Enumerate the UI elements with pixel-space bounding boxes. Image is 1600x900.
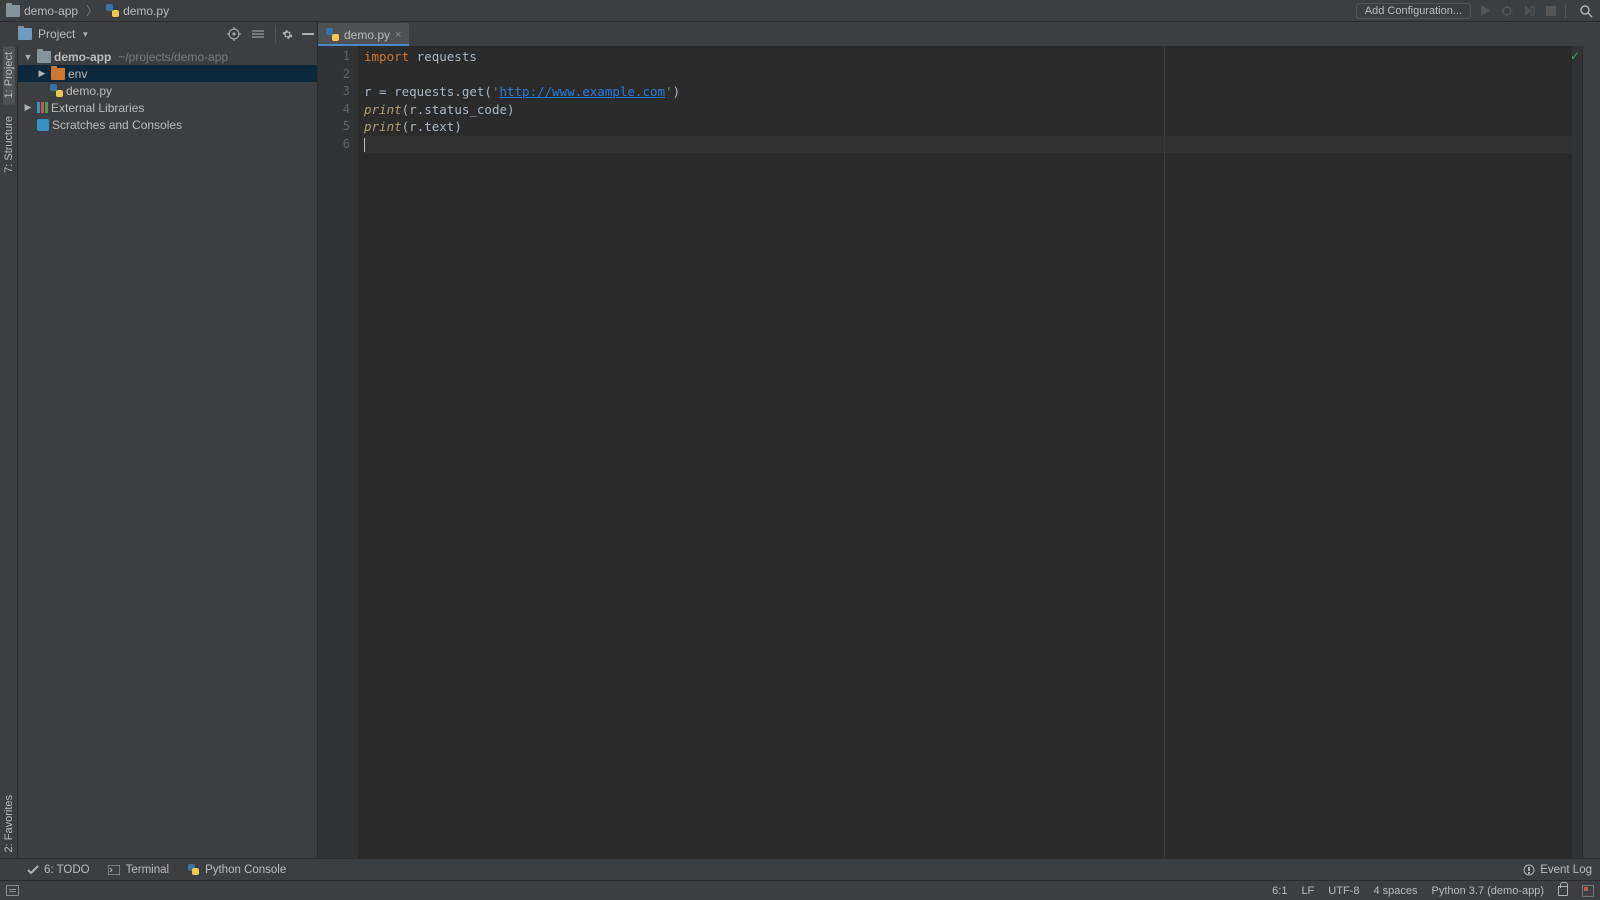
gear-icon[interactable] <box>275 25 293 43</box>
code-line: print(r.status_code) <box>364 101 1572 119</box>
tree-label: External Libraries <box>51 101 144 115</box>
add-configuration-button[interactable]: Add Configuration... <box>1356 3 1471 19</box>
python-icon <box>187 863 200 876</box>
code-line: import requests <box>364 48 1572 66</box>
status-bar: 6:1 LF UTF-8 4 spaces Python 3.7 (demo-a… <box>0 880 1600 900</box>
chevron-right-icon[interactable]: ▶ <box>36 68 48 79</box>
tool-todo[interactable]: 6: TODO <box>26 863 90 876</box>
tool-favorites[interactable]: 2: Favorites <box>3 789 15 858</box>
caret-position[interactable]: 6:1 <box>1272 885 1287 897</box>
line-number: 4 <box>318 101 350 119</box>
bottom-tool-strip: 6: TODO Terminal Python Console Event Lo… <box>0 858 1600 880</box>
folder-icon <box>51 68 65 80</box>
tree-root[interactable]: ▼ demo-app ~/projects/demo-app <box>18 48 317 65</box>
tree-label: demo.py <box>66 84 112 98</box>
todo-icon <box>26 863 39 876</box>
terminal-icon <box>108 863 121 876</box>
close-icon[interactable]: × <box>395 29 401 41</box>
chevron-right-icon: 〉 <box>86 2 98 19</box>
project-tool-header: Project ▼ <box>0 22 318 46</box>
separator <box>1565 4 1566 18</box>
editor-tab-demo[interactable]: demo.py × <box>318 23 409 46</box>
run-with-coverage-icon <box>1521 3 1537 19</box>
right-tool-strip <box>1582 46 1600 858</box>
run-icon <box>1477 3 1493 19</box>
scratches-icon <box>37 119 49 131</box>
indent-setting[interactable]: 4 spaces <box>1373 885 1417 897</box>
caret <box>364 138 365 152</box>
line-number: 1 <box>318 48 350 66</box>
breadcrumb-project: demo-app <box>24 4 78 18</box>
dropdown-icon[interactable]: ▼ <box>81 30 89 39</box>
code-area[interactable]: import requests r = requests.get('http:/… <box>358 46 1572 858</box>
tree-file-demo[interactable]: demo.py <box>18 82 317 99</box>
tree-label: Scratches and Consoles <box>52 118 182 132</box>
left-tool-strip: 1: Project 7: Structure 2: Favorites <box>0 46 18 858</box>
project-tree[interactable]: ▼ demo-app ~/projects/demo-app ▶ env dem… <box>18 46 318 858</box>
code-line: print(r.text) <box>364 118 1572 136</box>
tool-project[interactable]: 1: Project <box>3 46 15 104</box>
expand-all-icon[interactable] <box>249 25 267 43</box>
tree-env[interactable]: ▶ env <box>18 65 317 82</box>
tool-event-log[interactable]: Event Log <box>1522 863 1592 876</box>
tool-terminal[interactable]: Terminal <box>108 863 169 876</box>
module-icon <box>37 51 51 63</box>
tree-path: ~/projects/demo-app <box>118 50 228 64</box>
tab-label: demo.py <box>344 28 390 42</box>
line-number: 6 <box>318 136 350 154</box>
python-interpreter[interactable]: Python 3.7 (demo-app) <box>1431 885 1544 897</box>
project-tool-title[interactable]: Project <box>38 27 75 41</box>
chevron-down-icon[interactable]: ▼ <box>22 52 34 62</box>
code-line <box>364 136 1572 154</box>
line-number: 5 <box>318 118 350 136</box>
gutter[interactable]: 1 2 3 4 5 6 <box>318 46 358 858</box>
hide-icon[interactable] <box>299 25 317 43</box>
breadcrumb[interactable]: demo-app 〉 demo.py <box>6 2 169 19</box>
code-line <box>364 66 1572 84</box>
navigation-bar: demo-app 〉 demo.py Add Configuration... <box>0 0 1600 22</box>
error-stripe[interactable]: ✓ <box>1572 46 1582 858</box>
file-encoding[interactable]: UTF-8 <box>1328 885 1359 897</box>
tool-structure[interactable]: 7: Structure <box>3 110 15 179</box>
tree-label: demo-app <box>54 50 111 64</box>
python-file-icon <box>106 4 119 17</box>
folder-icon <box>6 5 20 17</box>
inspection-ok-icon: ✓ <box>1570 49 1580 63</box>
tree-external-libraries[interactable]: ▶ External Libraries <box>18 99 317 116</box>
code-line: r = requests.get('http://www.example.com… <box>364 83 1572 101</box>
event-log-icon <box>1522 863 1535 876</box>
tool-windows-icon[interactable] <box>6 885 19 896</box>
chevron-right-icon[interactable]: ▶ <box>22 102 34 113</box>
line-separator[interactable]: LF <box>1301 885 1314 897</box>
right-margin <box>1164 46 1165 858</box>
editor-tabs: demo.py × <box>318 22 1600 46</box>
stop-icon <box>1543 3 1559 19</box>
libraries-icon <box>37 102 48 113</box>
breadcrumb-file: demo.py <box>123 4 169 18</box>
project-view-icon <box>18 28 32 40</box>
editor[interactable]: 1 2 3 4 5 6 import requests r = requests… <box>318 46 1582 858</box>
tree-scratches[interactable]: Scratches and Consoles <box>18 116 317 133</box>
tool-python-console[interactable]: Python Console <box>187 863 286 876</box>
python-file-icon <box>50 84 63 97</box>
python-file-icon <box>326 28 339 41</box>
inspector-icon[interactable] <box>1582 885 1594 897</box>
locate-icon[interactable] <box>225 25 243 43</box>
lock-icon[interactable] <box>1558 886 1568 896</box>
debug-icon <box>1499 3 1515 19</box>
line-number: 3 <box>318 83 350 101</box>
tree-label: env <box>68 67 87 81</box>
search-everywhere-icon[interactable] <box>1578 3 1594 19</box>
line-number: 2 <box>318 66 350 84</box>
